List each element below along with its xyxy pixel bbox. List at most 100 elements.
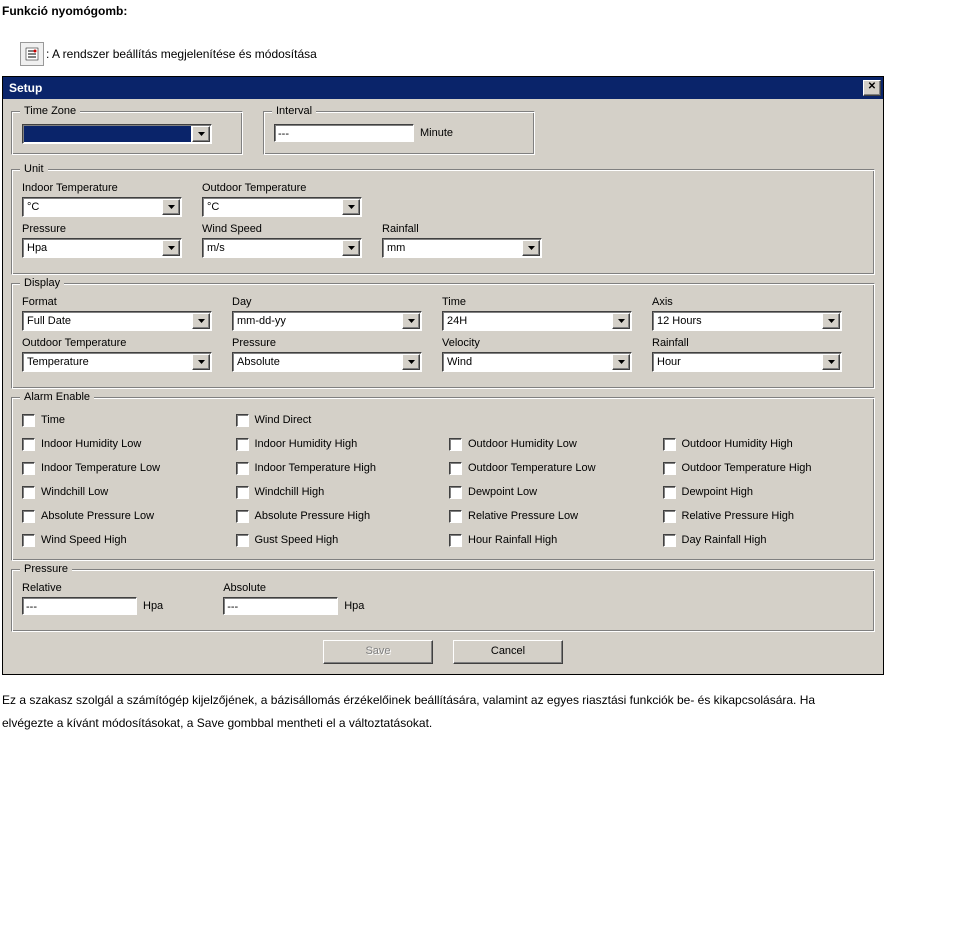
checkbox-box[interactable]: [663, 510, 676, 523]
format-label: Format: [22, 296, 212, 308]
interval-unit-label: Minute: [420, 127, 453, 139]
checkbox-box[interactable]: [236, 414, 249, 427]
alarm-checkbox[interactable]: Time: [22, 410, 224, 430]
alarm-checkbox-label: Dewpoint Low: [468, 486, 537, 498]
alarm-checkbox[interactable]: Outdoor Temperature Low: [449, 458, 651, 478]
alarm-checkbox-label: Hour Rainfall High: [468, 534, 557, 546]
chevron-down-icon[interactable]: [822, 313, 840, 329]
alarm-checkbox[interactable]: Indoor Humidity High: [236, 434, 438, 454]
checkbox-box[interactable]: [449, 462, 462, 475]
cancel-button[interactable]: Cancel: [453, 640, 563, 664]
chevron-down-icon[interactable]: [342, 240, 360, 256]
checkbox-box[interactable]: [236, 534, 249, 547]
chevron-down-icon[interactable]: [192, 354, 210, 370]
checkbox-box[interactable]: [449, 438, 462, 451]
chevron-down-icon[interactable]: [822, 354, 840, 370]
alarm-checkbox-label: Outdoor Temperature High: [682, 462, 812, 474]
checkbox-box[interactable]: [236, 510, 249, 523]
relative-pressure-input[interactable]: ---: [22, 597, 137, 615]
absolute-pressure-label: Absolute: [223, 582, 364, 594]
display-outdoor-temp-value: Temperature: [23, 353, 191, 371]
checkbox-box[interactable]: [22, 414, 35, 427]
alarm-checkbox[interactable]: Absolute Pressure High: [236, 506, 438, 526]
alarm-checkbox[interactable]: Indoor Temperature High: [236, 458, 438, 478]
interval-input[interactable]: ---: [274, 124, 414, 142]
alarm-checkbox[interactable]: Outdoor Temperature High: [663, 458, 865, 478]
checkbox-box[interactable]: [22, 462, 35, 475]
alarm-checkbox-label: Indoor Humidity High: [255, 438, 358, 450]
alarm-checkbox[interactable]: Outdoor Humidity High: [663, 434, 865, 454]
alarm-checkbox[interactable]: Windchill Low: [22, 482, 224, 502]
pressure-unit-combo[interactable]: Hpa: [22, 238, 182, 258]
chevron-down-icon[interactable]: [192, 313, 210, 329]
alarm-checkbox[interactable]: Dewpoint Low: [449, 482, 651, 502]
chevron-down-icon[interactable]: [402, 354, 420, 370]
outdoor-temp-combo[interactable]: °C: [202, 197, 362, 217]
chevron-down-icon[interactable]: [192, 126, 210, 142]
dialog-title: Setup: [9, 81, 42, 95]
alarm-checkbox[interactable]: Windchill High: [236, 482, 438, 502]
day-combo[interactable]: mm-dd-yy: [232, 311, 422, 331]
footer-text: Ez a szakasz szolgál a számítógép kijelz…: [0, 675, 960, 739]
format-combo[interactable]: Full Date: [22, 311, 212, 331]
alarm-checkbox[interactable]: Gust Speed High: [236, 530, 438, 550]
checkbox-box[interactable]: [236, 462, 249, 475]
alarm-checkbox[interactable]: Wind Direct: [236, 410, 438, 430]
chevron-down-icon[interactable]: [522, 240, 540, 256]
chevron-down-icon[interactable]: [402, 313, 420, 329]
checkbox-box[interactable]: [663, 486, 676, 499]
checkbox-box[interactable]: [449, 534, 462, 547]
alarm-checkbox[interactable]: Relative Pressure Low: [449, 506, 651, 526]
axis-value: 12 Hours: [653, 312, 821, 330]
display-pressure-combo[interactable]: Absolute: [232, 352, 422, 372]
display-outdoor-temp-combo[interactable]: Temperature: [22, 352, 212, 372]
day-value: mm-dd-yy: [233, 312, 401, 330]
unit-legend: Unit: [20, 163, 48, 175]
alarm-checkbox[interactable]: Day Rainfall High: [663, 530, 865, 550]
save-button[interactable]: Save: [323, 640, 433, 664]
checkbox-box[interactable]: [22, 534, 35, 547]
alarm-checkbox[interactable]: Indoor Humidity Low: [22, 434, 224, 454]
time-combo[interactable]: 24H: [442, 311, 632, 331]
checkbox-box[interactable]: [449, 510, 462, 523]
chevron-down-icon[interactable]: [612, 313, 630, 329]
display-rainfall-combo[interactable]: Hour: [652, 352, 842, 372]
rainfall-unit-combo[interactable]: mm: [382, 238, 542, 258]
checkbox-box[interactable]: [22, 438, 35, 451]
rainfall-unit-value: mm: [383, 239, 521, 257]
axis-label: Axis: [652, 296, 842, 308]
chevron-down-icon[interactable]: [162, 240, 180, 256]
axis-combo[interactable]: 12 Hours: [652, 311, 842, 331]
checkbox-box[interactable]: [22, 486, 35, 499]
checkbox-box[interactable]: [22, 510, 35, 523]
checkbox-box[interactable]: [663, 534, 676, 547]
pressure-legend: Pressure: [20, 563, 72, 575]
checkbox-box[interactable]: [663, 438, 676, 451]
chevron-down-icon[interactable]: [342, 199, 360, 215]
checkbox-box[interactable]: [663, 462, 676, 475]
chevron-down-icon[interactable]: [162, 199, 180, 215]
display-rainfall-label: Rainfall: [652, 337, 842, 349]
alarm-checkbox[interactable]: Hour Rainfall High: [449, 530, 651, 550]
checkbox-box[interactable]: [236, 486, 249, 499]
titlebar: Setup ✕: [3, 77, 883, 99]
alarm-checkbox[interactable]: Wind Speed High: [22, 530, 224, 550]
timezone-combo[interactable]: [22, 124, 212, 144]
checkbox-box[interactable]: [236, 438, 249, 451]
close-button[interactable]: ✕: [863, 80, 881, 96]
velocity-combo[interactable]: Wind: [442, 352, 632, 372]
chevron-down-icon[interactable]: [612, 354, 630, 370]
absolute-pressure-input[interactable]: ---: [223, 597, 338, 615]
display-group: Display Format Full Date Day mm-dd-yy: [11, 283, 875, 389]
alarm-checkbox[interactable]: Relative Pressure High: [663, 506, 865, 526]
unit-group: Unit Indoor Temperature °C Outdoor Tempe…: [11, 169, 875, 275]
alarm-checkbox-label: Indoor Humidity Low: [41, 438, 141, 450]
checkbox-box[interactable]: [449, 486, 462, 499]
alarm-checkbox[interactable]: Dewpoint High: [663, 482, 865, 502]
indoor-temp-combo[interactable]: °C: [22, 197, 182, 217]
windspeed-unit-combo[interactable]: m/s: [202, 238, 362, 258]
alarm-checkbox[interactable]: Absolute Pressure Low: [22, 506, 224, 526]
alarm-checkbox[interactable]: Indoor Temperature Low: [22, 458, 224, 478]
display-pressure-label: Pressure: [232, 337, 422, 349]
alarm-checkbox[interactable]: Outdoor Humidity Low: [449, 434, 651, 454]
